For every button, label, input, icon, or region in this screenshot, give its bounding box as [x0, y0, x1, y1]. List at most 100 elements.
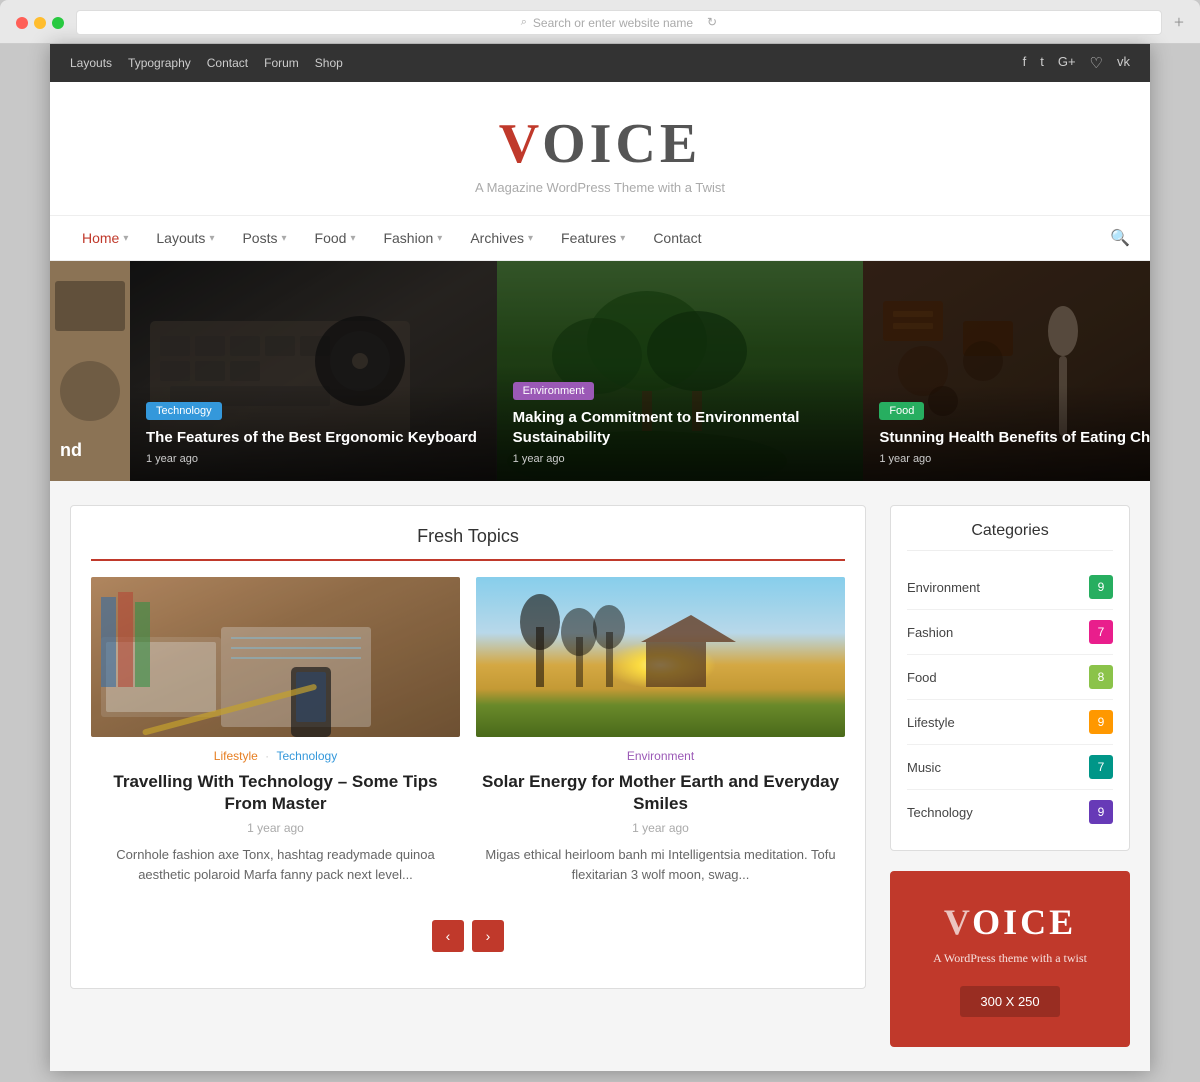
topbar-link-shop[interactable]: Shop — [315, 56, 343, 70]
categories-box: Categories Environment 9 Fashion 7 Food … — [890, 505, 1130, 851]
category-lifestyle[interactable]: Lifestyle 9 — [907, 700, 1113, 745]
article2-meta: 1 year ago — [476, 821, 845, 835]
topbar-link-forum[interactable]: Forum — [264, 56, 299, 70]
slide-partial-left: nd — [50, 261, 130, 481]
top-bar: Layouts Typography Contact Forum Shop f … — [50, 44, 1150, 82]
cat-label-lifestyle[interactable]: Lifestyle — [214, 749, 258, 763]
new-tab-button[interactable]: + — [1174, 12, 1184, 33]
social-icons: f t G+ ♡ vk — [1023, 54, 1130, 72]
fresh-topics-header: Fresh Topics — [91, 526, 845, 561]
ad-box: VOICE A WordPress theme with a twist 300… — [890, 871, 1130, 1047]
vk-icon[interactable]: vk — [1117, 54, 1130, 72]
maximize-button[interactable] — [52, 17, 64, 29]
category-environment[interactable]: Environment 9 — [907, 565, 1113, 610]
cat-name-technology: Technology — [907, 805, 973, 820]
articles-grid: Lifestyle · Technology Travelling With T… — [91, 577, 845, 884]
traffic-lights — [16, 17, 64, 29]
nav-food[interactable]: Food ▾ — [303, 216, 368, 260]
nav-archives[interactable]: Archives ▾ — [458, 216, 545, 260]
slide3-title: Stunning Health Benefits of Eating Choco… — [879, 428, 1150, 448]
hero-slide-3[interactable]: Food Stunning Health Benefits of Eating … — [863, 261, 1150, 481]
chevron-down-icon: ▾ — [123, 233, 128, 244]
categories-title: Categories — [907, 522, 1113, 551]
page-wrapper: Layouts Typography Contact Forum Shop f … — [50, 44, 1150, 1071]
hero-slider: nd — [50, 261, 1150, 481]
hero-slide-2[interactable]: Environment Making a Commitment to Envir… — [497, 261, 864, 481]
article1-meta: 1 year ago — [91, 821, 460, 835]
slide2-badge: Environment — [513, 382, 595, 400]
slide3-meta: 1 year ago — [879, 453, 1150, 465]
topbar-link-layouts[interactable]: Layouts — [70, 56, 112, 70]
category-food[interactable]: Food 8 — [907, 655, 1113, 700]
slide3-badge: Food — [879, 402, 924, 420]
category-fashion[interactable]: Fashion 7 — [907, 610, 1113, 655]
chevron-down-icon: ▾ — [209, 233, 214, 244]
article2-excerpt: Migas ethical heirloom banh mi Intellige… — [476, 845, 845, 884]
prev-button[interactable]: ‹ — [432, 920, 464, 952]
article1-title[interactable]: Travelling With Technology – Some Tips F… — [91, 771, 460, 815]
cat-label-environment[interactable]: Environment — [627, 749, 694, 763]
fresh-topics-title: Fresh Topics — [91, 526, 845, 547]
nav-features[interactable]: Features ▾ — [549, 216, 637, 260]
category-technology[interactable]: Technology 9 — [907, 790, 1113, 834]
hero-slide-1[interactable]: Technology The Features of the Best Ergo… — [130, 261, 497, 481]
main-content: Fresh Topics — [70, 505, 866, 1047]
cat-count-food: 8 — [1089, 665, 1113, 689]
instagram-icon[interactable]: ♡ — [1090, 54, 1103, 72]
article2-cats: Environment — [476, 749, 845, 763]
site-logo[interactable]: VOICE — [70, 112, 1130, 176]
topbar-link-contact[interactable]: Contact — [207, 56, 248, 70]
chevron-down-icon: ▾ — [528, 233, 533, 244]
article-card-2[interactable]: Environment Solar Energy for Mother Eart… — [476, 577, 845, 884]
address-text: Search or enter website name — [533, 16, 693, 30]
cat-label-technology[interactable]: Technology — [276, 749, 337, 763]
browser-chrome: ⌕ Search or enter website name ↻ + — [0, 0, 1200, 44]
minimize-button[interactable] — [34, 17, 46, 29]
article1-cats: Lifestyle · Technology — [91, 749, 460, 763]
category-music[interactable]: Music 7 — [907, 745, 1113, 790]
cat-name-fashion: Fashion — [907, 625, 953, 640]
cat-name-environment: Environment — [907, 580, 980, 595]
article2-title[interactable]: Solar Energy for Mother Earth and Everyd… — [476, 771, 845, 815]
close-button[interactable] — [16, 17, 28, 29]
partial-left-text: nd — [60, 440, 82, 461]
cat-count-technology: 9 — [1089, 800, 1113, 824]
nav-posts[interactable]: Posts ▾ — [230, 216, 298, 260]
search-icon: ⌕ — [521, 16, 527, 29]
article1-excerpt: Cornhole fashion axe Tonx, hashtag ready… — [91, 845, 460, 884]
nav-layouts[interactable]: Layouts ▾ — [144, 216, 226, 260]
logo-v: V — [499, 113, 542, 175]
googleplus-icon[interactable]: G+ — [1058, 54, 1076, 72]
article-thumb-2 — [476, 577, 845, 737]
thumb2-image — [476, 577, 845, 737]
search-icon[interactable]: 🔍 — [1110, 228, 1130, 248]
cat-name-food: Food — [907, 670, 937, 685]
next-button[interactable]: › — [472, 920, 504, 952]
slide2-overlay: Environment Making a Commitment to Envir… — [497, 365, 864, 481]
chevron-down-icon: ▾ — [437, 233, 442, 244]
sidebar: Categories Environment 9 Fashion 7 Food … — [890, 505, 1130, 1047]
nav-home[interactable]: Home ▾ — [70, 216, 140, 260]
cat-name-music: Music — [907, 760, 941, 775]
main-nav: Home ▾ Layouts ▾ Posts ▾ Food ▾ Fashion … — [50, 215, 1150, 261]
nav-contact[interactable]: Contact — [641, 216, 713, 260]
chevron-down-icon: ▾ — [281, 233, 286, 244]
twitter-icon[interactable]: t — [1040, 54, 1044, 72]
facebook-icon[interactable]: f — [1023, 54, 1027, 72]
article-card-1[interactable]: Lifestyle · Technology Travelling With T… — [91, 577, 460, 884]
content-area: Fresh Topics — [50, 481, 1150, 1071]
address-bar[interactable]: ⌕ Search or enter website name ↻ — [76, 10, 1162, 35]
nav-fashion[interactable]: Fashion ▾ — [371, 216, 454, 260]
ad-size-button[interactable]: 300 X 250 — [960, 986, 1059, 1017]
cat-count-environment: 9 — [1089, 575, 1113, 599]
reload-icon[interactable]: ↻ — [707, 15, 717, 30]
topbar-link-typography[interactable]: Typography — [128, 56, 191, 70]
ad-logo-v: V — [944, 902, 972, 942]
chevron-down-icon: ▾ — [620, 233, 625, 244]
fresh-topics-box: Fresh Topics — [70, 505, 866, 989]
slide2-title: Making a Commitment to Environmental Sus… — [513, 408, 848, 447]
slide2-meta: 1 year ago — [513, 453, 848, 465]
pagination: ‹ › — [91, 904, 845, 968]
site-tagline: A Magazine WordPress Theme with a Twist — [70, 180, 1130, 195]
cat-count-music: 7 — [1089, 755, 1113, 779]
